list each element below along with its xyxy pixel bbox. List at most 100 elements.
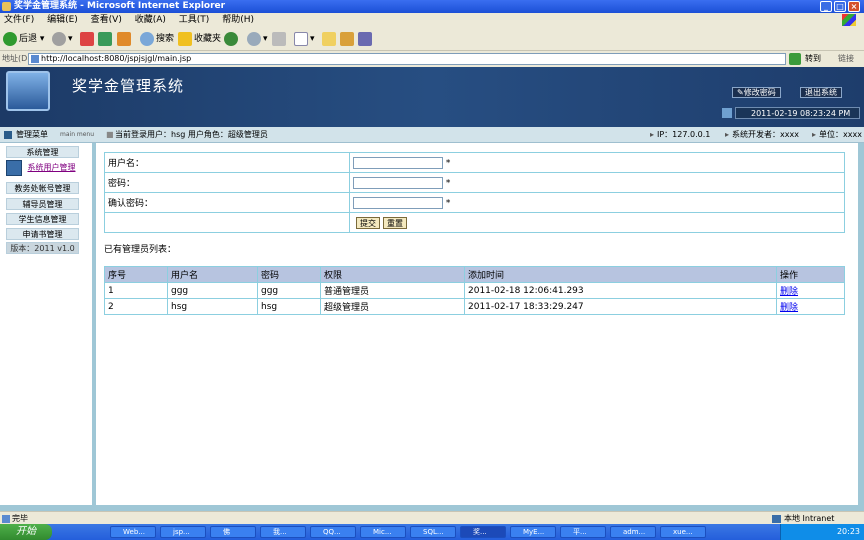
table-row: 2 hsg hsg 超级管理员 2011-02-17 18:33:29.247 … <box>104 298 845 315</box>
edit-button[interactable]: ▾ <box>294 31 315 47</box>
sidebar-item-system-users[interactable]: 系统用户管理 <box>24 162 79 174</box>
row-password: ggg <box>257 282 321 299</box>
row-added-time: 2011-02-17 18:33:29.247 <box>464 298 777 315</box>
datetime-display: 2011-02-19 08:23:24 PM <box>735 107 860 119</box>
refresh-button[interactable] <box>98 31 114 47</box>
logout-button[interactable]: 退出系统 <box>800 87 842 98</box>
table-row: 1 ggg ggg 普通管理员 2011-02-18 12:06:41.293 … <box>104 282 845 299</box>
messenger-button[interactable] <box>340 31 356 47</box>
submit-button[interactable]: 提交 <box>356 216 380 229</box>
word-icon <box>294 31 308 46</box>
calendar-icon <box>722 108 732 118</box>
column-header: 用户名 <box>167 266 258 283</box>
minimize-button[interactable]: _ <box>820 1 832 12</box>
print-button[interactable] <box>272 31 288 47</box>
row-added-time: 2011-02-18 12:06:41.293 <box>464 282 777 299</box>
taskbar-item[interactable]: adm... <box>610 526 656 538</box>
taskbar-item[interactable]: QQ... <box>310 526 356 538</box>
taskbar-item[interactable]: Mic... <box>360 526 406 538</box>
menu-help[interactable]: 帮助(H) <box>222 15 254 25</box>
change-password-button[interactable]: ✎修改密码 <box>732 87 781 98</box>
close-button[interactable]: × <box>848 1 860 12</box>
back-button[interactable]: 后退 ▾ <box>3 31 44 47</box>
menu-title: 管理菜单 <box>16 130 48 139</box>
table-header-row: 序号 用户名 密码 权限 添加时间 操作 <box>104 266 845 283</box>
key-icon: ✎ <box>737 88 744 97</box>
delete-link[interactable]: 删除 <box>780 303 798 313</box>
window-title: 奖学金管理系统 - Microsoft Internet Explorer <box>14 1 226 11</box>
taskbar-item-active[interactable]: 奖... <box>460 526 506 538</box>
research-icon <box>358 31 372 46</box>
password-input[interactable] <box>353 176 443 189</box>
research-button[interactable] <box>358 31 374 47</box>
sidebar-item-counselors[interactable]: 辅导员管理 <box>6 198 79 210</box>
taskbar-item[interactable]: 我... <box>260 526 306 538</box>
column-header: 序号 <box>104 266 168 283</box>
row-role: 超级管理员 <box>320 298 465 315</box>
menu-file[interactable]: 文件(F) <box>4 15 34 25</box>
go-arrow-icon[interactable] <box>789 53 801 65</box>
address-bar: 地址(D) http://localhost:8080/jspjsjgl/mai… <box>0 51 864 67</box>
main-content: 用户名： * 密码： * 确认密码： * 提交 重置 已有管理员列表： 序号 用户… <box>96 143 864 505</box>
sidebar-item-applications[interactable]: 申请书管理 <box>6 228 79 240</box>
user-form: 用户名： * 密码： * 确认密码： * 提交 重置 <box>104 152 845 233</box>
menu-edit[interactable]: 编辑(E) <box>47 15 78 25</box>
favorites-star-icon <box>178 31 192 46</box>
menu-favorites[interactable]: 收藏(A) <box>135 15 166 25</box>
taskbar-item[interactable]: MyE... <box>510 526 556 538</box>
system-tray: 20:23 <box>780 524 864 540</box>
taskbar-item[interactable]: 佛 <box>210 526 256 538</box>
sidebar-item-academic-accounts[interactable]: 教务处帐号管理 <box>6 182 79 194</box>
username-input[interactable] <box>353 156 443 169</box>
sidebar-item-system-management[interactable]: 系统管理 <box>6 146 79 158</box>
folder-button[interactable] <box>322 31 338 47</box>
search-button[interactable]: 搜索 <box>140 31 174 47</box>
sidebar-item-students[interactable]: 学生信息管理 <box>6 213 79 225</box>
admin-table: 序号 用户名 密码 权限 添加时间 操作 1 ggg ggg 普通管理员 201… <box>104 266 845 315</box>
column-header: 密码 <box>257 266 321 283</box>
go-button[interactable]: 转到 <box>805 51 821 67</box>
info-bar: 管理菜单 main menu ■ 当前登录用户：hsg 用户角色：超级管理员 ▸… <box>0 127 864 143</box>
app-title: 奖学金管理系统 <box>72 77 185 95</box>
status-bar: 完毕 本地 Intranet <box>0 511 864 524</box>
admin-list-title: 已有管理员列表： <box>104 245 177 255</box>
menu-view[interactable]: 查看(V) <box>91 15 122 25</box>
links-button[interactable]: 链接 <box>838 51 854 67</box>
taskbar-item[interactable]: Web... <box>110 526 156 538</box>
monitor-logo-icon <box>6 71 50 111</box>
browser-toolbar: 后退 ▾ ▾ 搜索 收藏夹 ▾ ▾ <box>0 27 864 51</box>
forward-button[interactable]: ▾ <box>52 31 73 47</box>
mail-button[interactable]: ▾ <box>247 31 268 47</box>
confirm-password-label: 确认密码： <box>104 192 350 213</box>
column-header: 权限 <box>320 266 465 283</box>
taskbar-item[interactable]: xue... <box>660 526 706 538</box>
ip-info: IP：127.0.0.1 <box>657 130 711 139</box>
taskbar-item[interactable]: SQL... <box>410 526 456 538</box>
reset-button[interactable]: 重置 <box>383 216 407 229</box>
start-button[interactable]: 开始 <box>0 524 52 540</box>
address-label: 地址(D) <box>2 54 31 63</box>
taskbar: 开始 Web... jsp... 佛 我... QQ... Mic... SQL… <box>0 524 864 540</box>
delete-link[interactable]: 删除 <box>780 287 798 297</box>
stop-button[interactable] <box>80 31 96 47</box>
address-input[interactable]: http://localhost:8080/jspjsjgl/main.jsp <box>28 53 786 65</box>
intranet-icon <box>772 515 781 523</box>
menu-tools[interactable]: 工具(T) <box>179 15 210 25</box>
page-icon <box>31 55 39 63</box>
version-label: 版本：2011 v1.0 <box>6 242 79 254</box>
favorites-button[interactable]: 收藏夹 <box>178 31 221 47</box>
confirm-password-input[interactable] <box>353 196 443 209</box>
taskbar-item[interactable]: 平... <box>560 526 606 538</box>
sidebar: 系统管理 系统用户管理 教务处帐号管理 辅导员管理 学生信息管理 申请书管理 版… <box>0 143 96 505</box>
row-index: 2 <box>104 298 168 315</box>
maximize-button[interactable]: □ <box>834 1 846 12</box>
taskbar-item[interactable]: jsp... <box>160 526 206 538</box>
app-header: 奖学金管理系统 ✎修改密码 退出系统 2011-02-19 08:23:24 P… <box>0 67 864 127</box>
history-button[interactable] <box>224 31 240 47</box>
forward-arrow-icon <box>52 31 66 46</box>
home-button[interactable] <box>117 31 133 47</box>
window-title-bar: 奖学金管理系统 - Microsoft Internet Explorer _ … <box>0 0 864 13</box>
developer-info: 系统开发者：xxxx <box>732 130 799 139</box>
search-icon <box>140 31 154 46</box>
column-header: 操作 <box>776 266 845 283</box>
